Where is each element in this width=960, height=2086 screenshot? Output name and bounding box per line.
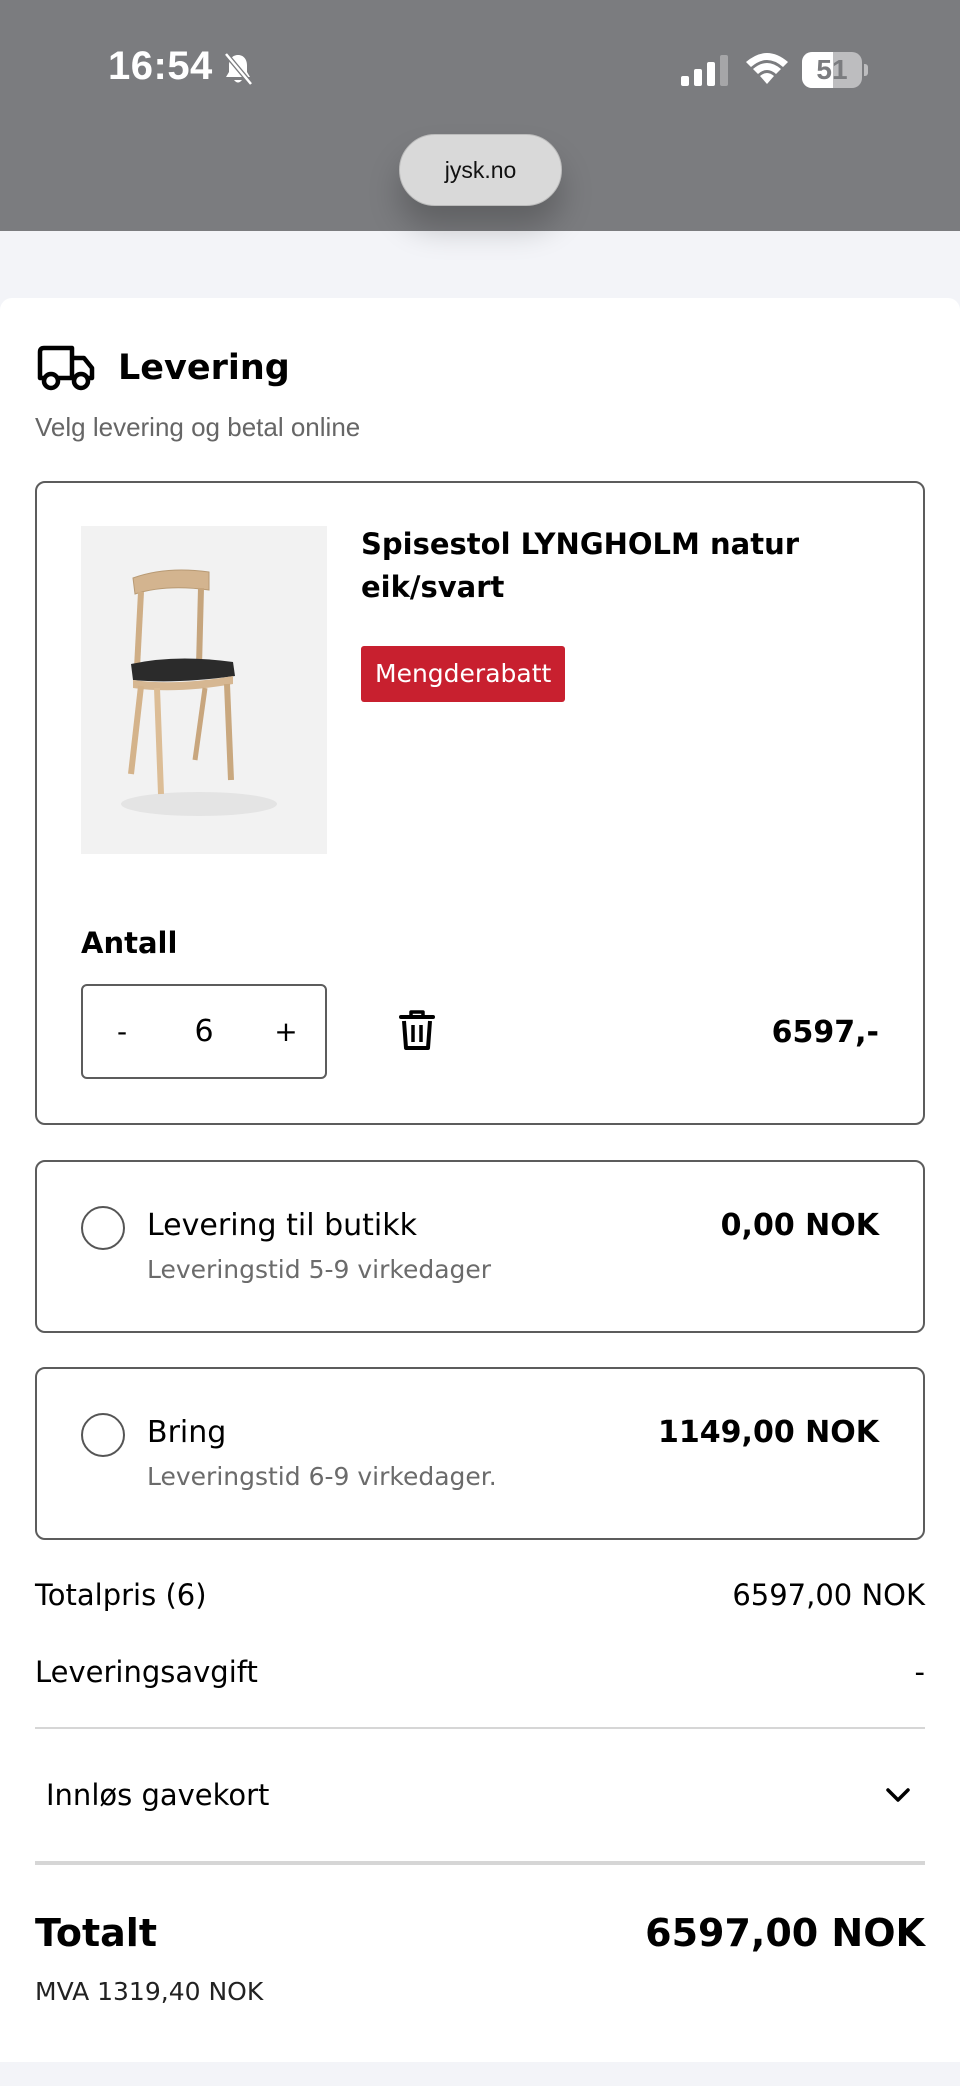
product-image[interactable] [81,526,327,854]
battery-percent: 51 [816,54,848,85]
quantity-stepper: - 6 + [81,984,327,1079]
delivery-fee-row: Leveringsavgift - [35,1655,925,1689]
url-pill[interactable]: jysk.no [399,134,562,206]
wifi-icon [746,53,788,84]
product-name[interactable]: Spisestol LYNGHOLM natur eik/svart [361,523,831,609]
shipping-name: Bring [147,1415,227,1450]
vat-amount: MVA 1319,40 NOK [35,1977,264,2006]
section-subtitle: Velg levering og betal online [35,412,361,442]
clock: 16:54 [108,44,213,88]
chair-illustration [121,569,277,816]
shipping-time: Leveringstid 6-9 virkedager. [147,1462,497,1491]
section-title: Levering [118,348,290,388]
delivery-card: Levering Velg levering og betal online S… [0,298,960,2062]
quantity-value[interactable]: 6 [194,1014,213,1049]
grand-total-label: Totalt [35,1911,157,1955]
line-price: 6597,- [771,1015,879,1050]
status-bar: 16:54 51 jysk.no [0,0,960,231]
battery-body: 51 [802,52,862,88]
shipping-name: Levering til butikk [147,1208,417,1243]
cellular-signal-icon [681,55,728,86]
discount-badge: Mengderabatt [361,646,566,702]
shipping-price: 0,00 NOK [720,1208,879,1243]
battery-icon: 51 [802,52,868,88]
increment-button[interactable]: + [271,1015,301,1048]
total-price-row: Totalpris (6) 6597,00 NOK [35,1578,925,1612]
grand-total-value: 6597,00 NOK [645,1911,925,1955]
shipping-option-store[interactable]: Levering til butikk Leveringstid 5-9 vir… [35,1160,925,1333]
battery-cap [864,64,868,76]
shipping-option-bring[interactable]: Bring Leveringstid 6-9 virkedager. 1149,… [35,1367,925,1540]
shipping-time: Leveringstid 5-9 virkedager [147,1255,492,1284]
total-price-value: 6597,00 NOK [732,1578,925,1612]
chevron-down-icon[interactable] [885,1786,911,1804]
bell-slash-icon [224,52,253,86]
gift-card-toggle[interactable]: Innløs gavekort [35,1729,925,1861]
delivery-fee-label: Leveringsavgift [35,1655,258,1689]
truck-icon [37,345,95,391]
shipping-price: 1149,00 NOK [658,1415,879,1450]
radio-button[interactable] [81,1413,125,1457]
section-header: Levering [36,344,290,392]
total-price-label: Totalpris (6) [35,1578,207,1612]
decrement-button[interactable]: - [107,1015,137,1048]
gift-card-label: Innløs gavekort [46,1778,270,1812]
grand-total-row: Totalt 6597,00 NOK [35,1911,925,1955]
radio-button[interactable] [81,1206,125,1250]
divider [35,1861,925,1865]
delivery-fee-value: - [914,1655,925,1689]
cart-item: Spisestol LYNGHOLM natur eik/svart Mengd… [35,481,925,1125]
quantity-label: Antall [81,926,178,960]
trash-icon[interactable] [399,1009,435,1051]
